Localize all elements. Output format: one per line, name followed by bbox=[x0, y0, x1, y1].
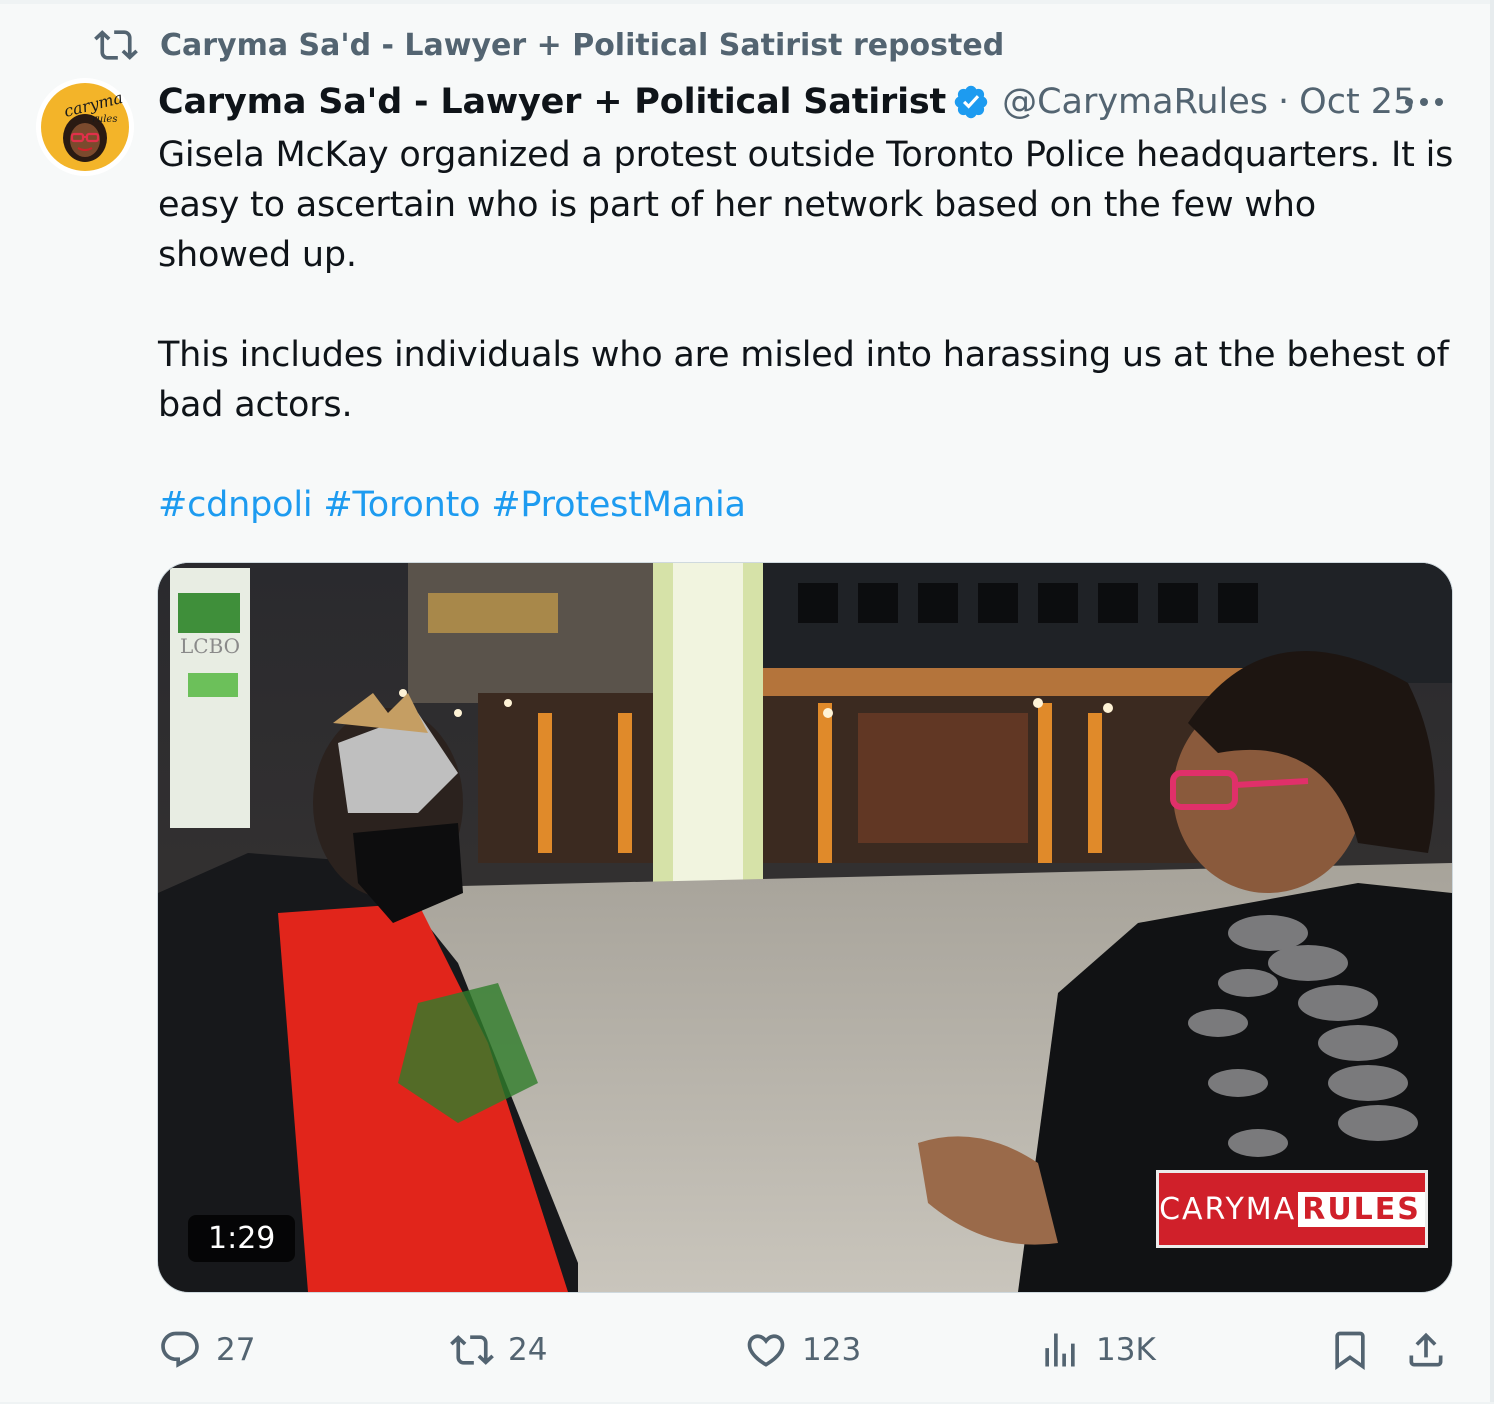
hashtag-protestmania[interactable]: #ProtestMania bbox=[491, 485, 746, 525]
separator-dot: · bbox=[1278, 82, 1290, 122]
views-count: 13K bbox=[1096, 1332, 1156, 1368]
avatar[interactable]: caryma rules bbox=[36, 78, 134, 176]
author-handle[interactable]: @CarymaRules bbox=[1002, 82, 1268, 122]
views-button[interactable]: 13K bbox=[1038, 1322, 1156, 1378]
verified-badge-icon[interactable] bbox=[952, 83, 990, 121]
hashtag-toronto[interactable]: #Toronto bbox=[323, 485, 480, 525]
like-count: 123 bbox=[802, 1332, 862, 1368]
watermark-right: RULES bbox=[1298, 1191, 1425, 1227]
tweet-paragraph-1: Gisela McKay organized a protest outside… bbox=[158, 135, 1454, 275]
repost-count: 24 bbox=[508, 1332, 548, 1368]
video-duration-badge: 1:29 bbox=[188, 1215, 296, 1262]
reply-count: 27 bbox=[216, 1332, 256, 1368]
bookmark-button[interactable] bbox=[1328, 1322, 1372, 1378]
share-button[interactable] bbox=[1404, 1322, 1448, 1378]
like-heart-icon bbox=[747, 1334, 785, 1367]
tweet-date[interactable]: Oct 25 bbox=[1299, 82, 1415, 122]
reply-icon bbox=[161, 1331, 199, 1368]
tweet-actions: 27 24 123 13K bbox=[158, 1322, 1454, 1378]
bottom-border bbox=[0, 1402, 1494, 1422]
hashtag-row: #cdnpoli #Toronto #ProtestMania bbox=[158, 480, 1454, 530]
author-name[interactable]: Caryma Sa'd - Lawyer + Political Satiris… bbox=[158, 82, 946, 122]
tweet-text: Gisela McKay organized a protest outside… bbox=[158, 130, 1454, 530]
more-options-icon[interactable] bbox=[1400, 80, 1448, 124]
watermark-left: CARYMA bbox=[1159, 1191, 1297, 1227]
repost-button[interactable]: 24 bbox=[450, 1322, 547, 1378]
repost-icon bbox=[94, 30, 138, 60]
store-sign-text: LCBO bbox=[180, 634, 240, 658]
views-bar-chart-icon bbox=[1045, 1333, 1075, 1367]
bookmark-icon bbox=[1335, 1331, 1365, 1371]
tweet-paragraph-2: This includes individuals who are misled… bbox=[158, 335, 1449, 425]
repost-icon bbox=[450, 1335, 494, 1365]
hashtag-cdnpoli[interactable]: #cdnpoli bbox=[158, 485, 313, 525]
repost-label: Caryma Sa'd - Lawyer + Political Satiris… bbox=[160, 27, 1005, 63]
tweet-header: Caryma Sa'd - Lawyer + Political Satiris… bbox=[158, 76, 1454, 128]
reply-button[interactable]: 27 bbox=[158, 1322, 255, 1378]
top-border bbox=[0, 0, 1494, 4]
video-watermark: CARYMA RULES bbox=[1156, 1170, 1428, 1248]
like-button[interactable]: 123 bbox=[744, 1322, 861, 1378]
avatar-text-bottom: rules bbox=[92, 114, 117, 125]
video-player[interactable]: LCBO 1:29 CARYMA RULES bbox=[157, 562, 1453, 1293]
repost-indicator[interactable]: Caryma Sa'd - Lawyer + Political Satiris… bbox=[94, 22, 1004, 68]
share-icon bbox=[1409, 1332, 1443, 1367]
right-border bbox=[1490, 0, 1494, 1422]
